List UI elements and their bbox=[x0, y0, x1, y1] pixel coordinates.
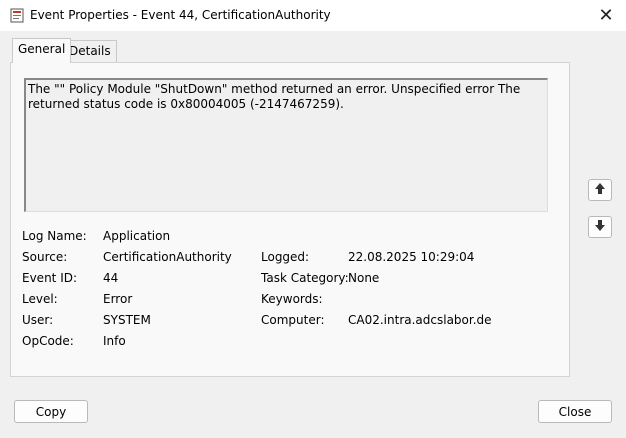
opcode-value: Info bbox=[103, 334, 126, 348]
source-label: Source: bbox=[22, 250, 68, 264]
user-value: SYSTEM bbox=[103, 313, 151, 327]
title-bar: Event Properties - Event 44, Certificati… bbox=[0, 0, 626, 31]
tab-general[interactable]: General bbox=[12, 38, 72, 63]
computer-value: CA02.intra.adcslabor.de bbox=[348, 313, 492, 327]
logged-value: 22.08.2025 10:29:04 bbox=[348, 250, 475, 264]
opcode-label: OpCode: bbox=[22, 334, 74, 348]
event-id-value: 44 bbox=[103, 271, 119, 285]
level-value: Error bbox=[103, 292, 133, 306]
logged-label: Logged: bbox=[261, 250, 310, 264]
close-icon[interactable]: ✕ bbox=[594, 4, 618, 26]
log-name-label: Log Name: bbox=[22, 229, 87, 243]
arrow-down-icon bbox=[594, 219, 606, 235]
previous-event-button[interactable] bbox=[588, 179, 612, 201]
source-value: CertificationAuthority bbox=[103, 250, 232, 264]
arrow-up-icon bbox=[594, 182, 606, 198]
task-category-value: None bbox=[348, 271, 380, 285]
task-category-label: Task Category: bbox=[261, 271, 349, 285]
event-log-icon bbox=[10, 8, 24, 23]
log-name-value: Application bbox=[103, 229, 171, 243]
close-button[interactable]: Close bbox=[538, 400, 612, 423]
computer-label: Computer: bbox=[261, 313, 325, 327]
window-title: Event Properties - Event 44, Certificati… bbox=[30, 8, 331, 22]
copy-button[interactable]: Copy bbox=[14, 400, 88, 423]
next-event-button[interactable] bbox=[588, 216, 612, 238]
user-label: User: bbox=[22, 313, 54, 327]
event-id-label: Event ID: bbox=[22, 271, 78, 285]
keywords-label: Keywords: bbox=[261, 292, 323, 306]
event-description[interactable]: The "" Policy Module "ShutDown" method r… bbox=[24, 78, 548, 212]
level-label: Level: bbox=[22, 292, 58, 306]
